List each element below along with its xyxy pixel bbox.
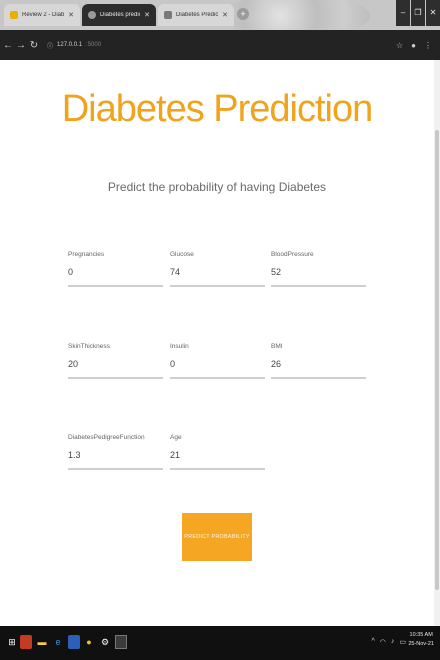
- volume-icon[interactable]: ♪: [391, 638, 395, 646]
- close-window-icon[interactable]: ✕: [426, 0, 440, 26]
- glucose-label: Glucose: [170, 251, 194, 258]
- office-app-icon[interactable]: [20, 635, 32, 649]
- edge-browser-icon[interactable]: e: [52, 635, 64, 649]
- wifi-icon[interactable]: ◠: [380, 638, 386, 646]
- insulin-field: Insulin: [170, 343, 265, 389]
- profile-icon[interactable]: ●: [411, 41, 416, 50]
- star-icon[interactable]: ☆: [396, 41, 403, 50]
- tab-diabetes-prediction-ml[interactable]: Diabetes Prediction using M... ✕: [158, 4, 234, 26]
- glucose-input[interactable]: [170, 264, 265, 280]
- bmi-field: BMI: [271, 343, 366, 389]
- clock-date: 25-Nov-21: [408, 641, 434, 647]
- forward-arrow-icon[interactable]: →: [16, 40, 26, 51]
- taskbar: ⊞ ▬ e ● ⚙ ^ ◠ ♪ ▭ 10:35 AM 25-Nov-21: [0, 626, 440, 660]
- page-title: Diabetes Prediction: [61, 88, 374, 130]
- age-input[interactable]: [170, 447, 265, 463]
- tab-diabetes-prediction[interactable]: Diabetes prediction ✕: [82, 4, 156, 26]
- skin-thickness-input[interactable]: [68, 356, 163, 372]
- input-underline: [271, 377, 366, 379]
- input-underline: [68, 377, 163, 379]
- taskbar-clock[interactable]: 10:35 AM 25-Nov-21: [408, 631, 434, 649]
- blood-pressure-label: BloodPressure: [271, 251, 314, 258]
- back-arrow-icon[interactable]: ←: [3, 40, 13, 51]
- skin-thickness-field: SkinThickness: [68, 343, 163, 389]
- bmi-input[interactable]: [271, 356, 366, 372]
- terminal-app-icon[interactable]: [115, 635, 127, 649]
- pedigree-field: DiabetesPedigreeFunction: [68, 434, 163, 480]
- tab-close-icon[interactable]: ✕: [68, 11, 74, 19]
- bmi-label: BMI: [271, 343, 283, 350]
- tab-close-icon[interactable]: ✕: [144, 11, 150, 19]
- skin-thickness-label: SkinThickness: [68, 343, 110, 350]
- input-underline: [271, 285, 366, 287]
- age-label: Age: [170, 434, 182, 441]
- system-tray: ^ ◠ ♪ ▭: [371, 638, 406, 646]
- input-underline: [170, 377, 265, 379]
- info-icon: ⓘ: [47, 43, 54, 50]
- pregnancies-input[interactable]: [68, 264, 163, 280]
- blood-pressure-field: BloodPressure: [271, 251, 366, 297]
- insulin-label: Insulin: [170, 343, 189, 350]
- insulin-input[interactable]: [170, 356, 265, 372]
- page-scrollbar[interactable]: [434, 60, 440, 626]
- tab-label: Diabetes prediction: [100, 12, 140, 18]
- input-underline: [68, 468, 163, 470]
- pregnancies-field: Pregnancies: [68, 251, 163, 297]
- pedigree-label: DiabetesPedigreeFunction: [68, 434, 145, 441]
- age-field: Age: [170, 434, 265, 480]
- tab-favicon-icon: [164, 11, 172, 19]
- page-content: Diabetes Prediction Predict the probabil…: [0, 60, 434, 626]
- predict-probability-button[interactable]: PREDICT PROBABILITY: [182, 513, 252, 561]
- pedigree-input[interactable]: [68, 447, 163, 463]
- url-port: :5000: [86, 42, 102, 48]
- menu-icon[interactable]: ⋮: [424, 41, 432, 50]
- maximize-icon[interactable]: ❐: [411, 0, 425, 26]
- word-app-icon[interactable]: [68, 635, 80, 649]
- tab-favicon-icon: [10, 11, 18, 19]
- reload-icon[interactable]: ↻: [29, 40, 39, 51]
- url-host: 127.0.0.1: [57, 42, 83, 48]
- input-underline: [170, 285, 265, 287]
- minimize-icon[interactable]: –: [396, 0, 410, 26]
- tab-review[interactable]: Review 2 - Diabetes prediction... ✕: [4, 4, 80, 26]
- tab-label: Diabetes Prediction using M...: [176, 12, 219, 18]
- blood-pressure-input[interactable]: [271, 264, 366, 280]
- input-underline: [170, 468, 265, 470]
- pregnancies-label: Pregnancies: [68, 251, 105, 258]
- tab-favicon-icon: [88, 11, 96, 19]
- glucose-field: Glucose: [170, 251, 265, 297]
- browser-tab-strip: Review 2 - Diabetes prediction... ✕ Diab…: [0, 0, 440, 30]
- input-underline: [68, 285, 163, 287]
- scrollbar-thumb[interactable]: [435, 130, 439, 590]
- windows-start-icon[interactable]: ⊞: [6, 635, 18, 649]
- chrome-browser-icon[interactable]: ●: [83, 635, 95, 649]
- page-subtitle: Predict the probability of having Diabet…: [107, 180, 327, 194]
- tab-close-icon[interactable]: ✕: [222, 11, 228, 19]
- file-explorer-icon[interactable]: ▬: [36, 635, 48, 649]
- chevron-up-icon[interactable]: ^: [371, 638, 374, 646]
- tab-label: Review 2 - Diabetes prediction...: [22, 12, 65, 18]
- battery-icon[interactable]: ▭: [399, 638, 406, 646]
- browser-actions: ☆ ● ⋮: [396, 41, 432, 50]
- address-bar: ← → ↻ ⓘ 127.0.0.1:5000 ☆ ● ⋮: [0, 30, 440, 60]
- new-tab-button[interactable]: +: [237, 8, 249, 20]
- settings-gear-icon[interactable]: ⚙: [99, 635, 111, 649]
- url-field[interactable]: ⓘ 127.0.0.1:5000: [47, 41, 101, 50]
- clock-time: 10:35 AM: [409, 632, 433, 638]
